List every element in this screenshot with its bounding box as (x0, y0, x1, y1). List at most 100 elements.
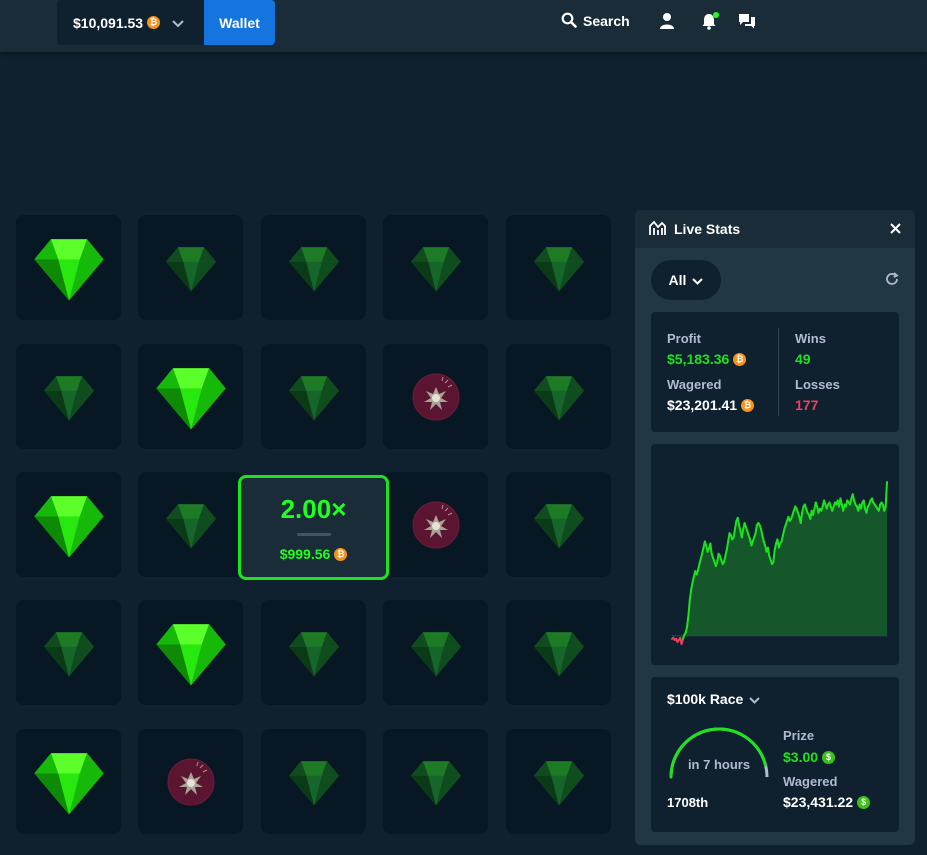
prize-value: $3.00 $ (783, 749, 836, 765)
wagered-label: Wagered (667, 377, 722, 392)
mine-tile[interactable] (506, 344, 611, 449)
live-stats-title: Live Stats (674, 221, 741, 237)
gem-icon (155, 617, 227, 689)
search-label: Search (583, 13, 630, 29)
mine-tile[interactable] (16, 344, 121, 449)
balance-amount: $10,091.53 (73, 14, 144, 31)
gem-icon (533, 499, 585, 551)
mine-tile[interactable] (138, 729, 243, 834)
mine-tile[interactable] (506, 600, 611, 705)
mine-tile[interactable] (261, 344, 366, 449)
losses-label: Losses (795, 377, 840, 392)
bitcoin-icon: ₿ (334, 547, 348, 561)
mine-tile[interactable] (138, 600, 243, 705)
mine-tile[interactable] (16, 472, 121, 577)
mine-tile[interactable] (383, 344, 488, 449)
payout-amount: $999.56 (279, 546, 331, 562)
mine-tile[interactable] (261, 215, 366, 320)
bitcoin-icon: ₿ (741, 398, 755, 412)
gem-icon (155, 361, 227, 433)
chevron-down-icon (692, 272, 704, 288)
gem-icon (288, 371, 340, 423)
bitcoin-icon: ₿ (733, 352, 747, 366)
profile-icon[interactable] (657, 11, 677, 31)
gem-icon (410, 242, 462, 294)
gem-icon (533, 371, 585, 423)
gem-icon (288, 756, 340, 808)
gem-icon (33, 232, 105, 304)
gem-icon (43, 627, 95, 679)
race-card: $100k Race in 7 hours 1708th Prize $3.00… (651, 677, 899, 832)
race-dropdown[interactable]: $100k Race (667, 691, 761, 707)
profit-value: $5,183.36 ₿ (667, 351, 747, 367)
chat-icon[interactable] (737, 11, 757, 31)
mine-tile[interactable] (261, 729, 366, 834)
race-wagered-label: Wagered (783, 774, 838, 789)
mine-tile[interactable] (383, 600, 488, 705)
balance-dropdown[interactable]: $10,091.53 ₿ (57, 0, 204, 45)
profit-line-segment (709, 542, 713, 555)
profit-line-segment (688, 588, 693, 601)
wins-value: 49 (795, 351, 811, 367)
race-wagered-amount: $23,431.22 (783, 794, 854, 810)
mine-tile[interactable] (506, 215, 611, 320)
mine-tile[interactable] (383, 472, 488, 577)
mine-icon (412, 373, 460, 421)
profit-line-segment (772, 548, 776, 563)
mine-tile[interactable] (506, 729, 611, 834)
mine-tile[interactable] (16, 215, 121, 320)
top-bar: $10,091.53 ₿ Wallet Search (0, 0, 927, 52)
profit-chart-svg (671, 481, 888, 645)
mine-tile[interactable] (16, 600, 121, 705)
gem-icon (288, 627, 340, 679)
profit-line-segment (732, 528, 736, 539)
usd-coin-icon: $ (822, 750, 836, 764)
profit-line-segment (736, 516, 741, 527)
live-stats-header: Live Stats (635, 210, 915, 248)
close-icon[interactable] (890, 221, 901, 237)
chevron-down-icon (749, 691, 761, 707)
mine-icon (167, 758, 215, 806)
race-wagered-value: $23,431.22 $ (783, 794, 871, 810)
prize-amount: $3.00 (783, 749, 819, 765)
profit-line-segment (687, 598, 691, 617)
gem-icon (288, 242, 340, 294)
notifications-icon[interactable] (699, 11, 719, 31)
race-time-left: in 7 hours (687, 757, 751, 772)
multiplier-value: 2.00× (280, 494, 347, 524)
mine-tile[interactable] (138, 215, 243, 320)
gem-icon (43, 371, 95, 423)
payout-value: $999.56 ₿ (280, 546, 348, 562)
mine-tile[interactable] (16, 729, 121, 834)
mine-tile[interactable] (138, 344, 243, 449)
gem-icon (533, 242, 585, 294)
stats-summary: Profit $5,183.36 ₿ Wagered $23,201.41 ₿ … (651, 312, 899, 432)
profit-line-segment (884, 481, 888, 508)
search-button[interactable]: Search (561, 10, 630, 32)
profit-line-segment (686, 614, 690, 628)
wagered-amount: $23,201.41 (667, 397, 738, 413)
chevron-down-icon (172, 15, 184, 31)
mine-tile[interactable] (383, 729, 488, 834)
mine-tile[interactable] (261, 600, 366, 705)
stats-filter-dropdown[interactable]: All (651, 260, 721, 300)
gem-icon (410, 627, 462, 679)
prize-label: Prize (783, 728, 815, 743)
race-rank: 1708th (667, 795, 709, 810)
losses-value: 177 (795, 397, 819, 413)
mine-tile[interactable] (506, 472, 611, 577)
bitcoin-icon: ₿ (147, 16, 161, 29)
profit-amount: $5,183.36 (667, 351, 730, 367)
profit-label: Profit (667, 331, 701, 346)
multiplier-tile: 2.00× $999.56 ₿ (238, 475, 389, 580)
gem-icon (533, 756, 585, 808)
wagered-value: $23,201.41 ₿ (667, 397, 755, 413)
mine-tile[interactable] (383, 215, 488, 320)
mine-tile[interactable] (138, 472, 243, 577)
wallet-button[interactable]: Wallet (204, 0, 275, 45)
multiplier-divider (296, 533, 331, 536)
refresh-icon[interactable] (885, 272, 899, 291)
profit-chart (651, 444, 899, 665)
wins-label: Wins (795, 331, 826, 346)
gem-icon (33, 489, 105, 561)
